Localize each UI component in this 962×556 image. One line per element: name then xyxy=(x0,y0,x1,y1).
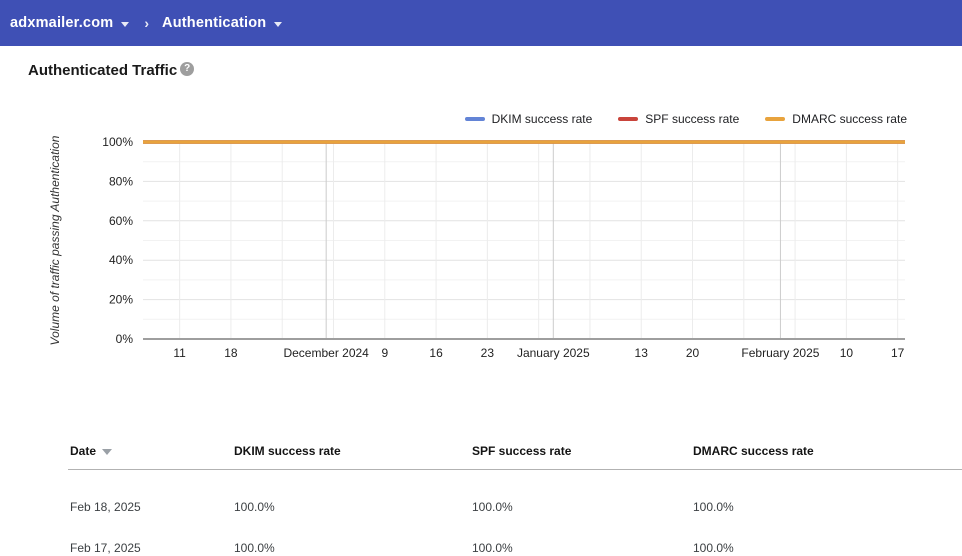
x-tick-label: 16 xyxy=(429,346,443,360)
x-tick-label: 17 xyxy=(891,346,905,360)
dmarc-line-swatch xyxy=(765,117,786,121)
authentication-success-line-chart: 0% 20% 40% 60% 80% 100% 11 18 9 16 23 13 20 10 17 Decem… xyxy=(48,135,905,360)
chevron-down-icon xyxy=(274,21,283,27)
col-header-spf[interactable]: SPF success rate xyxy=(472,444,693,458)
breadcrumb-separator-icon: › xyxy=(144,15,150,31)
x-tick-label: 13 xyxy=(635,346,649,360)
chevron-down-icon xyxy=(121,21,130,27)
col-header-date[interactable]: Date xyxy=(70,444,234,458)
legend-label: SPF success rate xyxy=(645,112,740,126)
spf-line-swatch xyxy=(618,117,639,121)
y-axis-title: Volume of traffic passing Authentication xyxy=(48,135,62,345)
x-month-label: January 2025 xyxy=(517,346,590,360)
x-tick-label: 10 xyxy=(840,346,854,360)
authenticated-traffic-page: adxmailer.com › Authentication Authentic… xyxy=(0,0,962,556)
section-name: Authentication xyxy=(162,15,267,31)
daily-rates-table: Date DKIM success rate SPF success rate … xyxy=(70,444,962,555)
domain-selector-dropdown[interactable]: adxmailer.com xyxy=(10,15,130,31)
page-title: Authenticated Traffic xyxy=(28,62,178,79)
cell-spf: 100.0% xyxy=(472,541,513,555)
legend-item-dkim: DKIM success rate xyxy=(464,112,593,126)
y-tick-label: 20% xyxy=(109,293,133,307)
x-tick-label: 11 xyxy=(173,346,186,360)
x-month-label: December 2024 xyxy=(283,346,369,360)
x-tick-label: 9 xyxy=(381,346,388,360)
cell-dmarc: 100.0% xyxy=(693,541,734,555)
cell-dkim: 100.0% xyxy=(234,500,275,514)
cell-spf: 100.0% xyxy=(472,500,513,514)
x-tick-label: 20 xyxy=(686,346,700,360)
help-icon[interactable]: ? xyxy=(180,62,195,76)
dkim-line-swatch xyxy=(464,117,485,121)
x-tick-label: 23 xyxy=(481,346,495,360)
legend-label: DKIM success rate xyxy=(491,112,593,126)
y-tick-label: 60% xyxy=(109,214,133,228)
cell-date: Feb 17, 2025 xyxy=(70,541,141,555)
y-tick-label: 80% xyxy=(109,174,133,188)
table-header-row: Date DKIM success rate SPF success rate … xyxy=(70,444,962,458)
breadcrumb-bar: adxmailer.com › Authentication xyxy=(0,0,962,46)
sort-descending-icon xyxy=(102,448,113,455)
section-selector-dropdown[interactable]: Authentication xyxy=(162,15,283,31)
cell-dkim: 100.0% xyxy=(234,541,275,555)
cell-date: Feb 18, 2025 xyxy=(70,500,141,514)
table-row: Feb 17, 2025 100.0% 100.0% 100.0% xyxy=(70,514,962,555)
domain-name: adxmailer.com xyxy=(10,15,114,31)
col-header-dmarc[interactable]: DMARC success rate xyxy=(693,444,962,458)
legend-item-spf: SPF success rate xyxy=(618,112,739,126)
x-month-label: February 2025 xyxy=(741,346,819,360)
x-tick-label: 18 xyxy=(224,346,238,360)
y-tick-label: 40% xyxy=(109,253,133,267)
y-tick-label: 0% xyxy=(116,332,134,346)
table-row: Feb 18, 2025 100.0% 100.0% 100.0% xyxy=(70,458,962,514)
chart-legend: DKIM success rate SPF success rate DMARC… xyxy=(464,112,907,126)
col-header-dkim[interactable]: DKIM success rate xyxy=(234,444,472,458)
cell-dmarc: 100.0% xyxy=(693,500,734,514)
legend-label: DMARC success rate xyxy=(792,112,907,126)
page-title-row: Authenticated Traffic ? xyxy=(28,62,195,79)
y-tick-label: 100% xyxy=(102,135,133,149)
legend-item-dmarc: DMARC success rate xyxy=(765,112,907,126)
